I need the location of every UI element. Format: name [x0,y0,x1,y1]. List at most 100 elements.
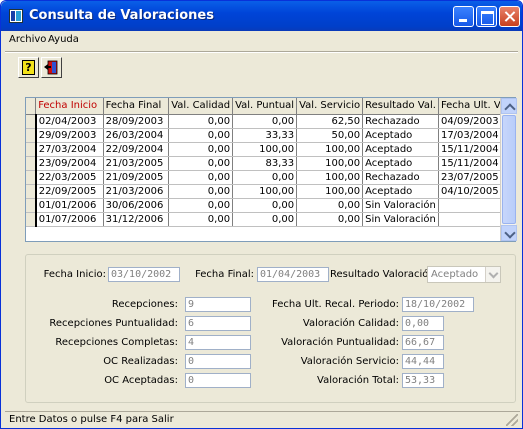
fecha-ult-recal-field[interactable]: 18/10/2002 [402,297,474,312]
column-header-resultado-val[interactable]: Resultado Val. [362,98,439,115]
cell[interactable]: 31/12/2006 [103,212,170,227]
row-indicator[interactable] [26,198,37,213]
fecha-inicio-field[interactable]: 03/10/2002 [108,267,180,282]
cell[interactable]: 0,00 [232,198,298,213]
cell[interactable]: Aceptado [362,142,439,157]
menu-archivo[interactable]: Archivo [9,34,46,45]
cell[interactable]: 100,00 [296,142,364,157]
cell[interactable]: 26/03/2004 [103,128,170,143]
valoracion-servicio-field[interactable]: 44,44 [402,354,444,369]
cell[interactable]: 30/06/2006 [103,198,170,213]
cell[interactable]: 29/09/2003 [35,128,104,143]
chevron-down-icon[interactable] [485,267,500,282]
cell[interactable]: 0,00 [168,170,234,185]
cell[interactable]: 21/09/2005 [103,170,170,185]
cell[interactable]: 22/09/2005 [35,184,104,199]
row-indicator[interactable] [26,128,37,143]
cell[interactable]: 33,33 [232,128,298,143]
table-row[interactable]: 27/03/2004 22/09/2004 0,00 100,00 100,00… [26,142,516,157]
cell[interactable]: Rechazado [362,114,439,129]
valoracion-calidad-field[interactable]: 0,00 [402,316,444,331]
column-header-val-servicio[interactable]: Val. Servicio [296,98,364,115]
resize-grip-icon[interactable] [506,414,518,426]
cell[interactable]: 0,00 [296,212,364,227]
row-indicator[interactable] [26,142,37,157]
scroll-down-arrow-icon[interactable] [501,225,517,241]
cell[interactable]: 50,00 [296,128,364,143]
menu-ayuda[interactable]: Ayuda [48,34,79,45]
valoracion-total-label: Valoración Total: [317,375,399,386]
row-indicator[interactable] [26,156,37,171]
cell[interactable]: 0,00 [168,198,234,213]
column-header-val-puntual[interactable]: Val. Puntual [232,98,298,115]
cell[interactable]: 22/03/2005 [35,170,104,185]
cell[interactable]: 0,00 [168,156,234,171]
cell[interactable]: 100,00 [232,184,298,199]
help-button[interactable]: ? [18,57,39,78]
cell[interactable]: 62,50 [296,114,364,129]
maximize-button[interactable] [476,6,497,27]
close-button[interactable] [499,6,520,27]
table-row[interactable]: 02/04/2003 28/09/2003 0,00 0,00 62,50 Re… [26,114,516,129]
table-row[interactable]: 29/09/2003 26/03/2004 0,00 33,33 50,00 A… [26,128,516,143]
oc-aceptadas-field[interactable]: 0 [185,373,251,388]
cell[interactable]: 01/01/2006 [35,198,104,213]
grid-vertical-scrollbar[interactable] [500,98,517,241]
cell[interactable]: Aceptado [362,156,439,171]
table-row[interactable]: 22/09/2005 21/03/2006 0,00 100,00 100,00… [26,184,516,199]
cell[interactable]: 01/07/2006 [35,212,104,227]
column-header-val-calidad[interactable]: Val. Calidad [168,98,234,115]
cell[interactable]: 0,00 [296,198,364,213]
cell[interactable]: 83,33 [232,156,298,171]
cell[interactable]: 21/03/2006 [103,184,170,199]
exit-door-icon [44,60,58,75]
table-row[interactable]: 01/07/2006 31/12/2006 0,00 0,00 0,00 Sin… [26,212,516,227]
cell[interactable]: 0,00 [168,184,234,199]
cell[interactable]: 0,00 [232,212,298,227]
cell[interactable]: Aceptado [362,184,439,199]
cell[interactable]: 02/04/2003 [35,114,104,129]
cell[interactable]: 100,00 [296,170,364,185]
cell[interactable]: 0,00 [168,212,234,227]
cell[interactable]: Aceptado [362,128,439,143]
recepciones-completas-field[interactable]: 4 [185,335,251,350]
recepciones-field[interactable]: 9 [185,297,251,312]
cell[interactable]: 100,00 [232,142,298,157]
cell[interactable]: Sin Valoración [362,198,439,213]
cell[interactable]: 27/03/2004 [35,142,104,157]
cell[interactable]: 21/03/2005 [103,156,170,171]
cell[interactable]: 0,00 [168,114,234,129]
valoracion-total-field[interactable]: 53,33 [402,373,444,388]
cell[interactable]: 23/09/2004 [35,156,104,171]
cell[interactable]: Rechazado [362,170,439,185]
row-indicator[interactable] [26,212,37,227]
column-header-fecha-inicio[interactable]: Fecha Inicio [35,98,104,115]
cell[interactable]: 28/09/2003 [103,114,170,129]
cell[interactable]: 0,00 [232,114,298,129]
scroll-up-arrow-icon[interactable] [501,98,517,114]
column-header-fecha-final[interactable]: Fecha Final [103,98,170,115]
cell[interactable]: Sin Valoración [362,212,439,227]
cell[interactable]: 0,00 [232,170,298,185]
table-row[interactable]: 23/09/2004 21/03/2005 0,00 83,33 100,00 … [26,156,516,171]
valoracion-puntualidad-field[interactable]: 66,67 [402,335,444,350]
exit-button[interactable] [41,57,62,78]
cell[interactable]: 0,00 [168,142,234,157]
recepciones-puntualidad-field[interactable]: 6 [185,316,251,331]
row-indicator[interactable] [26,114,37,129]
cell[interactable]: 100,00 [296,156,364,171]
table-row[interactable]: 01/01/2006 30/06/2006 0,00 0,00 0,00 Sin… [26,198,516,213]
row-indicator[interactable] [26,170,37,185]
detail-panel: Fecha Inicio: 03/10/2002 Fecha Final: 01… [25,254,516,403]
cell[interactable]: 100,00 [296,184,364,199]
oc-realizadas-field[interactable]: 0 [185,354,251,369]
scroll-thumb[interactable] [502,115,516,224]
cell[interactable]: 0,00 [168,128,234,143]
fecha-final-field[interactable]: 01/04/2003 [257,267,329,282]
resultado-valoracion-select[interactable]: Aceptado [427,266,501,283]
row-indicator[interactable] [26,184,37,199]
title-bar[interactable]: Consulta de Valoraciones [1,1,522,31]
cell[interactable]: 22/09/2004 [103,142,170,157]
minimize-button[interactable] [453,6,474,27]
table-row[interactable]: 22/03/2005 21/09/2005 0,00 0,00 100,00 R… [26,170,516,185]
